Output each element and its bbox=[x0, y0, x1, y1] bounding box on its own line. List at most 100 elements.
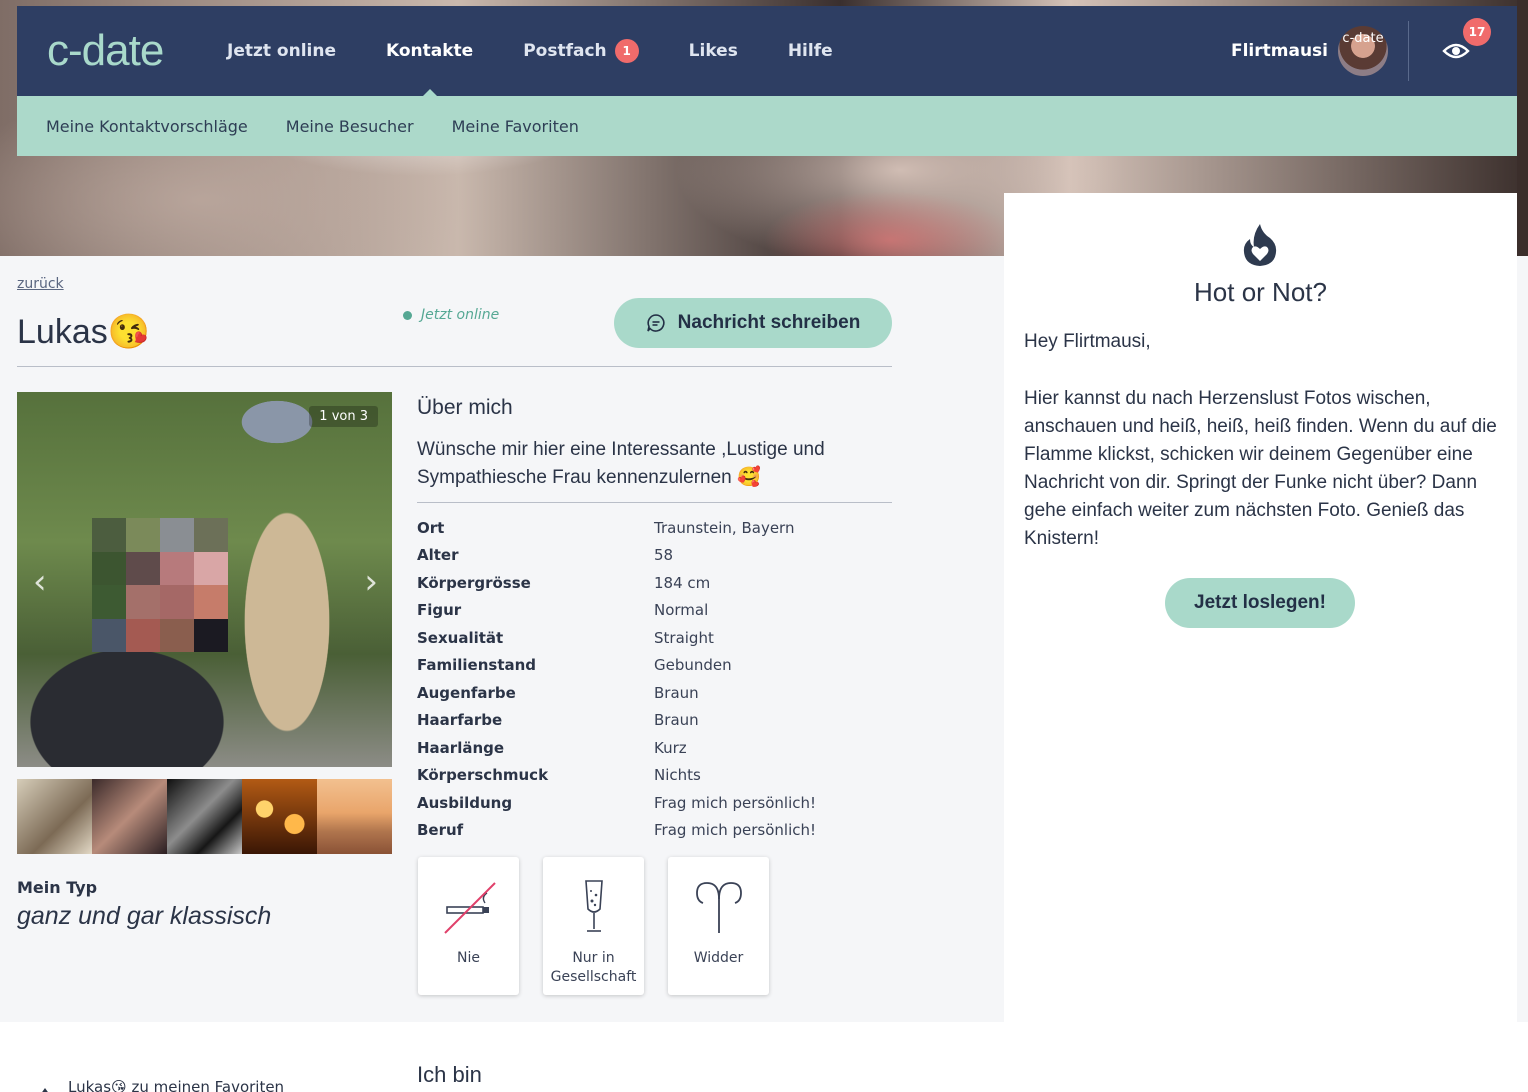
back-link[interactable]: zurück bbox=[17, 276, 64, 292]
attribute-key: Ausbildung bbox=[417, 793, 513, 812]
about-me-title: Über mich bbox=[417, 396, 513, 419]
nav-item-label: Postfach bbox=[523, 41, 607, 61]
username[interactable]: Flirtmausi bbox=[1231, 41, 1328, 61]
nav-divider bbox=[1408, 21, 1409, 81]
attribute-key: Figur bbox=[417, 601, 462, 620]
photo-counter: 1 von 3 bbox=[309, 406, 378, 427]
hot-description: Hier kannst du nach Herzenslust Fotos wi… bbox=[1024, 388, 1497, 549]
attribute-value: Frag mich persönlich! bbox=[654, 821, 817, 840]
avatar-logo-text: c-date bbox=[1342, 31, 1384, 46]
online-label: Jetzt online bbox=[421, 307, 500, 323]
thumbnail-photo[interactable] bbox=[92, 779, 167, 854]
postfach-badge: 1 bbox=[614, 39, 639, 63]
online-status: Jetzt online bbox=[403, 307, 499, 323]
attribute-row: Sexualität Straight bbox=[417, 624, 892, 652]
fav-label: zu meinen Favoriten bbox=[131, 1078, 285, 1092]
nav-items: Jetzt online Kontakte Postfach 1 Likes Hi… bbox=[227, 6, 883, 96]
online-dot bbox=[403, 310, 412, 320]
zodiac-card: Widder bbox=[668, 857, 769, 995]
start-hot-or-not-button[interactable]: Jetzt loslegen! bbox=[1165, 578, 1355, 628]
attribute-row: Körpergrösse 184 cm bbox=[417, 569, 892, 597]
attribute-value: Normal bbox=[654, 601, 709, 620]
nav-item-label: Hilfe bbox=[787, 41, 833, 61]
attribute-value: Gebunden bbox=[654, 656, 732, 675]
hero-edge bbox=[1517, 0, 1528, 256]
nav-item-postfach[interactable]: Postfach 1 bbox=[523, 6, 639, 96]
photo-thumbnails bbox=[17, 779, 392, 854]
nav-item-jetzt-online[interactable]: Jetzt online bbox=[227, 6, 336, 96]
profile-name-text: Lukas bbox=[17, 313, 108, 351]
hot-or-not-panel: Hot or Not? Hey Flirtmausi, Hier kannst … bbox=[1004, 193, 1517, 1023]
thumbnail-photo[interactable] bbox=[17, 779, 92, 854]
nav-item-label: Jetzt online bbox=[227, 41, 336, 61]
pixelated-face bbox=[92, 518, 228, 652]
main-profile-photo[interactable]: 1 von 3 ‹ › bbox=[17, 392, 392, 767]
attribute-row: Haarlänge Kurz bbox=[417, 734, 892, 762]
attribute-value: Nichts bbox=[654, 766, 701, 785]
subnav-item-kontaktvorschlaege[interactable]: Meine Kontaktvorschläge bbox=[46, 117, 248, 136]
attribute-value: Braun bbox=[654, 683, 699, 702]
attribute-value: Frag mich persönlich! bbox=[654, 793, 817, 812]
nav-item-likes[interactable]: Likes bbox=[689, 6, 738, 96]
attribute-key: Haarlänge bbox=[417, 738, 505, 757]
profile-name: Lukas😘 bbox=[17, 312, 150, 352]
attribute-row: Ort Traunstein, Bayern bbox=[417, 514, 892, 542]
visitors-button[interactable]: 17 bbox=[1441, 18, 1491, 66]
attribute-key: Beruf bbox=[417, 821, 464, 840]
attribute-row: Familienstand Gebunden bbox=[417, 652, 892, 680]
send-message-button[interactable]: Nachricht schreiben bbox=[614, 298, 892, 348]
header-divider bbox=[17, 366, 892, 367]
attribute-key: Körperschmuck bbox=[417, 766, 549, 785]
subnav-item-favoriten[interactable]: Meine Favoriten bbox=[452, 117, 579, 136]
drinking-label: Nur in Gesellschaft bbox=[550, 950, 637, 985]
attribute-value: Braun bbox=[654, 711, 699, 730]
attribute-row: Figur Normal bbox=[417, 597, 892, 625]
aries-icon bbox=[695, 882, 742, 933]
hot-or-not-title: Hot or Not? bbox=[1194, 277, 1327, 307]
lifestyle-cards: Nie Nur in Gesellschaft Widder bbox=[418, 857, 769, 995]
flame-icon[interactable] bbox=[1242, 223, 1278, 267]
chat-bubble-icon bbox=[646, 314, 665, 332]
attribute-key: Familienstand bbox=[417, 656, 537, 675]
add-to-favorites-link[interactable]: Lukas😘 zu meinen Favoriten bbox=[40, 1078, 284, 1092]
drinking-card: Nur in Gesellschaft bbox=[543, 857, 644, 995]
nav-item-hilfe[interactable]: Hilfe bbox=[788, 6, 833, 96]
attribute-value: 184 cm bbox=[654, 573, 711, 592]
sub-navigation: Meine Kontaktvorschläge Meine Besucher M… bbox=[17, 96, 1517, 156]
attribute-key: Ort bbox=[417, 518, 445, 537]
attribute-value: Kurz bbox=[654, 738, 687, 757]
attribute-row: Alter 58 bbox=[417, 542, 892, 570]
attribute-key: Alter bbox=[417, 546, 459, 565]
thumbnail-photo[interactable] bbox=[167, 779, 242, 854]
nav-item-label: Kontakte bbox=[386, 41, 474, 61]
chevron-left-icon[interactable]: ‹ bbox=[33, 562, 47, 602]
eye-icon bbox=[1442, 43, 1470, 59]
fav-emoji: 😘 bbox=[111, 1078, 127, 1092]
champagne-glass-icon bbox=[584, 880, 603, 932]
thumbnail-photo[interactable] bbox=[317, 779, 392, 854]
nav-item-label: Likes bbox=[688, 41, 738, 61]
attribute-value: Traunstein, Bayern bbox=[654, 518, 795, 537]
attribute-value: Straight bbox=[654, 628, 714, 647]
triangle-up-icon bbox=[40, 1087, 50, 1092]
ich-bin-title: Ich bin bbox=[417, 1062, 482, 1087]
avatar[interactable]: c-date bbox=[1338, 26, 1388, 76]
top-navigation: c-date Jetzt online Kontakte Postfach 1 L… bbox=[17, 6, 1517, 96]
profile-name-emoji: 😘 bbox=[107, 313, 151, 351]
logo[interactable]: c-date bbox=[47, 26, 217, 76]
about-divider bbox=[417, 502, 892, 503]
hot-greeting: Hey Flirtmausi, bbox=[1024, 331, 1151, 352]
fav-name: Lukas bbox=[68, 1078, 112, 1092]
my-type-label: Mein Typ bbox=[17, 878, 98, 897]
thumbnail-photo[interactable] bbox=[242, 779, 317, 854]
smoking-label: Nie bbox=[457, 950, 480, 966]
subnav-item-besucher[interactable]: Meine Besucher bbox=[286, 117, 414, 136]
attribute-row: Körperschmuck Nichts bbox=[417, 762, 892, 790]
about-me-text: Wünsche mir hier eine Interessante ,Lust… bbox=[417, 439, 825, 488]
chevron-right-icon[interactable]: › bbox=[364, 562, 378, 602]
send-message-label: Nachricht schreiben bbox=[677, 312, 861, 333]
attribute-row: Ausbildung Frag mich persönlich! bbox=[417, 789, 892, 817]
smoking-card: Nie bbox=[418, 857, 519, 995]
nav-item-kontakte[interactable]: Kontakte bbox=[386, 6, 473, 96]
attribute-key: Augenfarbe bbox=[417, 683, 516, 702]
